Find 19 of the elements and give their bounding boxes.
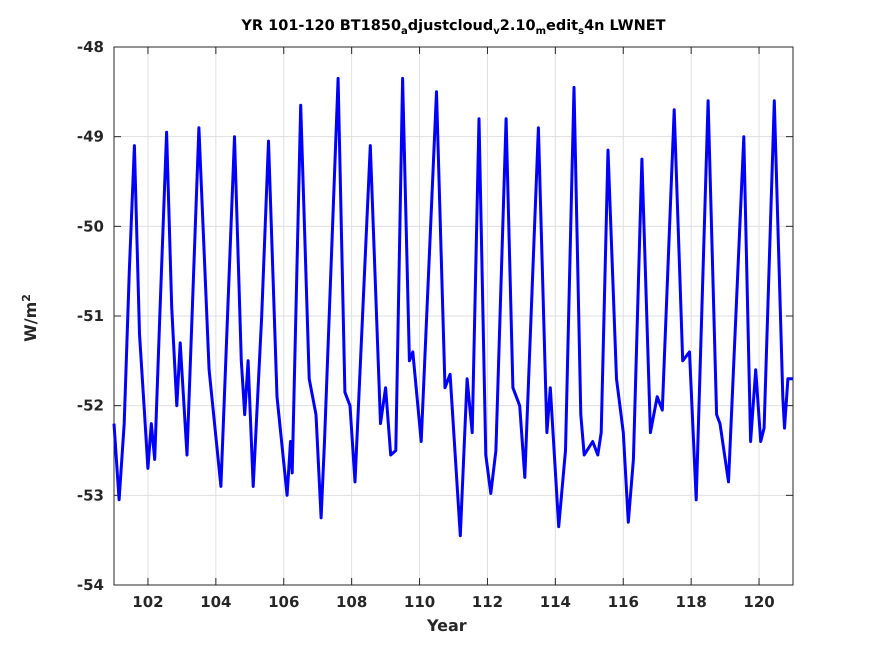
tick-label: 106 <box>268 593 300 611</box>
tick-label: 102 <box>132 593 164 611</box>
axis-title: Year <box>427 616 467 635</box>
tick-label: -54 <box>76 576 104 594</box>
tick-label: -53 <box>76 486 104 504</box>
tick-label: 108 <box>336 593 368 611</box>
tick-label: 120 <box>743 593 775 611</box>
tick-label: 110 <box>404 593 436 611</box>
tick-label: -51 <box>76 307 104 325</box>
tick-label: -49 <box>76 128 104 146</box>
chart-title: YR 101-120 BT1850$_{a}$djustcloud$_{v}$2.10$_{m}$edit$_{s}$4n LWNET <box>240 18 667 37</box>
tick-label: 112 <box>472 593 504 611</box>
tick-label: 114 <box>540 593 571 611</box>
tick-label: 116 <box>608 593 639 611</box>
tick-label: -50 <box>76 217 104 236</box>
tick-label: -48 <box>76 38 104 56</box>
tick-label: -52 <box>76 396 104 415</box>
tick-label: 104 <box>200 593 232 611</box>
tick-label: 118 <box>676 593 707 611</box>
